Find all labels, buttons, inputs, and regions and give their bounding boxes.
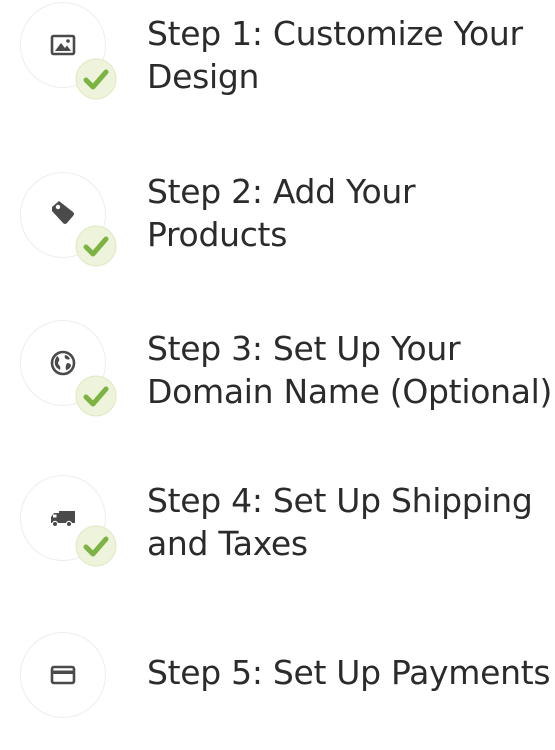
step-2-label: Step 2: Add Your Products <box>147 170 547 256</box>
tag-icon <box>52 201 74 224</box>
step-1-title-line-2: Design <box>147 57 260 96</box>
credit-card-icon <box>50 665 76 685</box>
step-5-title-line-1: Step 5: Set Up Payments <box>147 653 551 692</box>
globe-icon <box>50 350 76 376</box>
image-icon <box>50 34 76 56</box>
step-3-title-line-1: Step 3: Set Up Your <box>147 329 461 368</box>
step-1-title-line-1: Step 1: Customize Your <box>147 14 523 53</box>
step-2-title-line-1: Step 2: Add Your <box>147 172 416 211</box>
step-5-label: Step 5: Set Up Payments <box>147 651 551 694</box>
step-4-shipping-taxes[interactable]: Step 4: Set Up Shipping and Taxes <box>0 455 555 595</box>
step-4-title-line-1: Step 4: Set Up Shipping <box>147 481 533 520</box>
step-1-customize-design[interactable]: Step 1: Customize Your Design <box>0 0 555 140</box>
step-2-title-line-2: Products <box>147 215 288 254</box>
completed-check-icon <box>75 225 117 267</box>
truck-icon <box>51 511 75 528</box>
completed-check-icon <box>75 525 117 567</box>
step-3-title-line-2: Domain Name (Optional) <box>147 372 553 411</box>
step-4-title-line-2: and Taxes <box>147 524 308 563</box>
step-3-label: Step 3: Set Up Your Domain Name (Optiona… <box>147 327 553 413</box>
step-1-label: Step 1: Customize Your Design <box>147 12 547 98</box>
step-5-payments[interactable]: Step 5: Set Up Payments <box>0 610 555 750</box>
step-3-domain-name[interactable]: Step 3: Set Up Your Domain Name (Optiona… <box>0 300 555 440</box>
step-4-label: Step 4: Set Up Shipping and Taxes <box>147 479 547 565</box>
completed-check-icon <box>75 58 117 100</box>
completed-check-icon <box>75 375 117 417</box>
step-2-add-products[interactable]: Step 2: Add Your Products <box>0 145 555 285</box>
